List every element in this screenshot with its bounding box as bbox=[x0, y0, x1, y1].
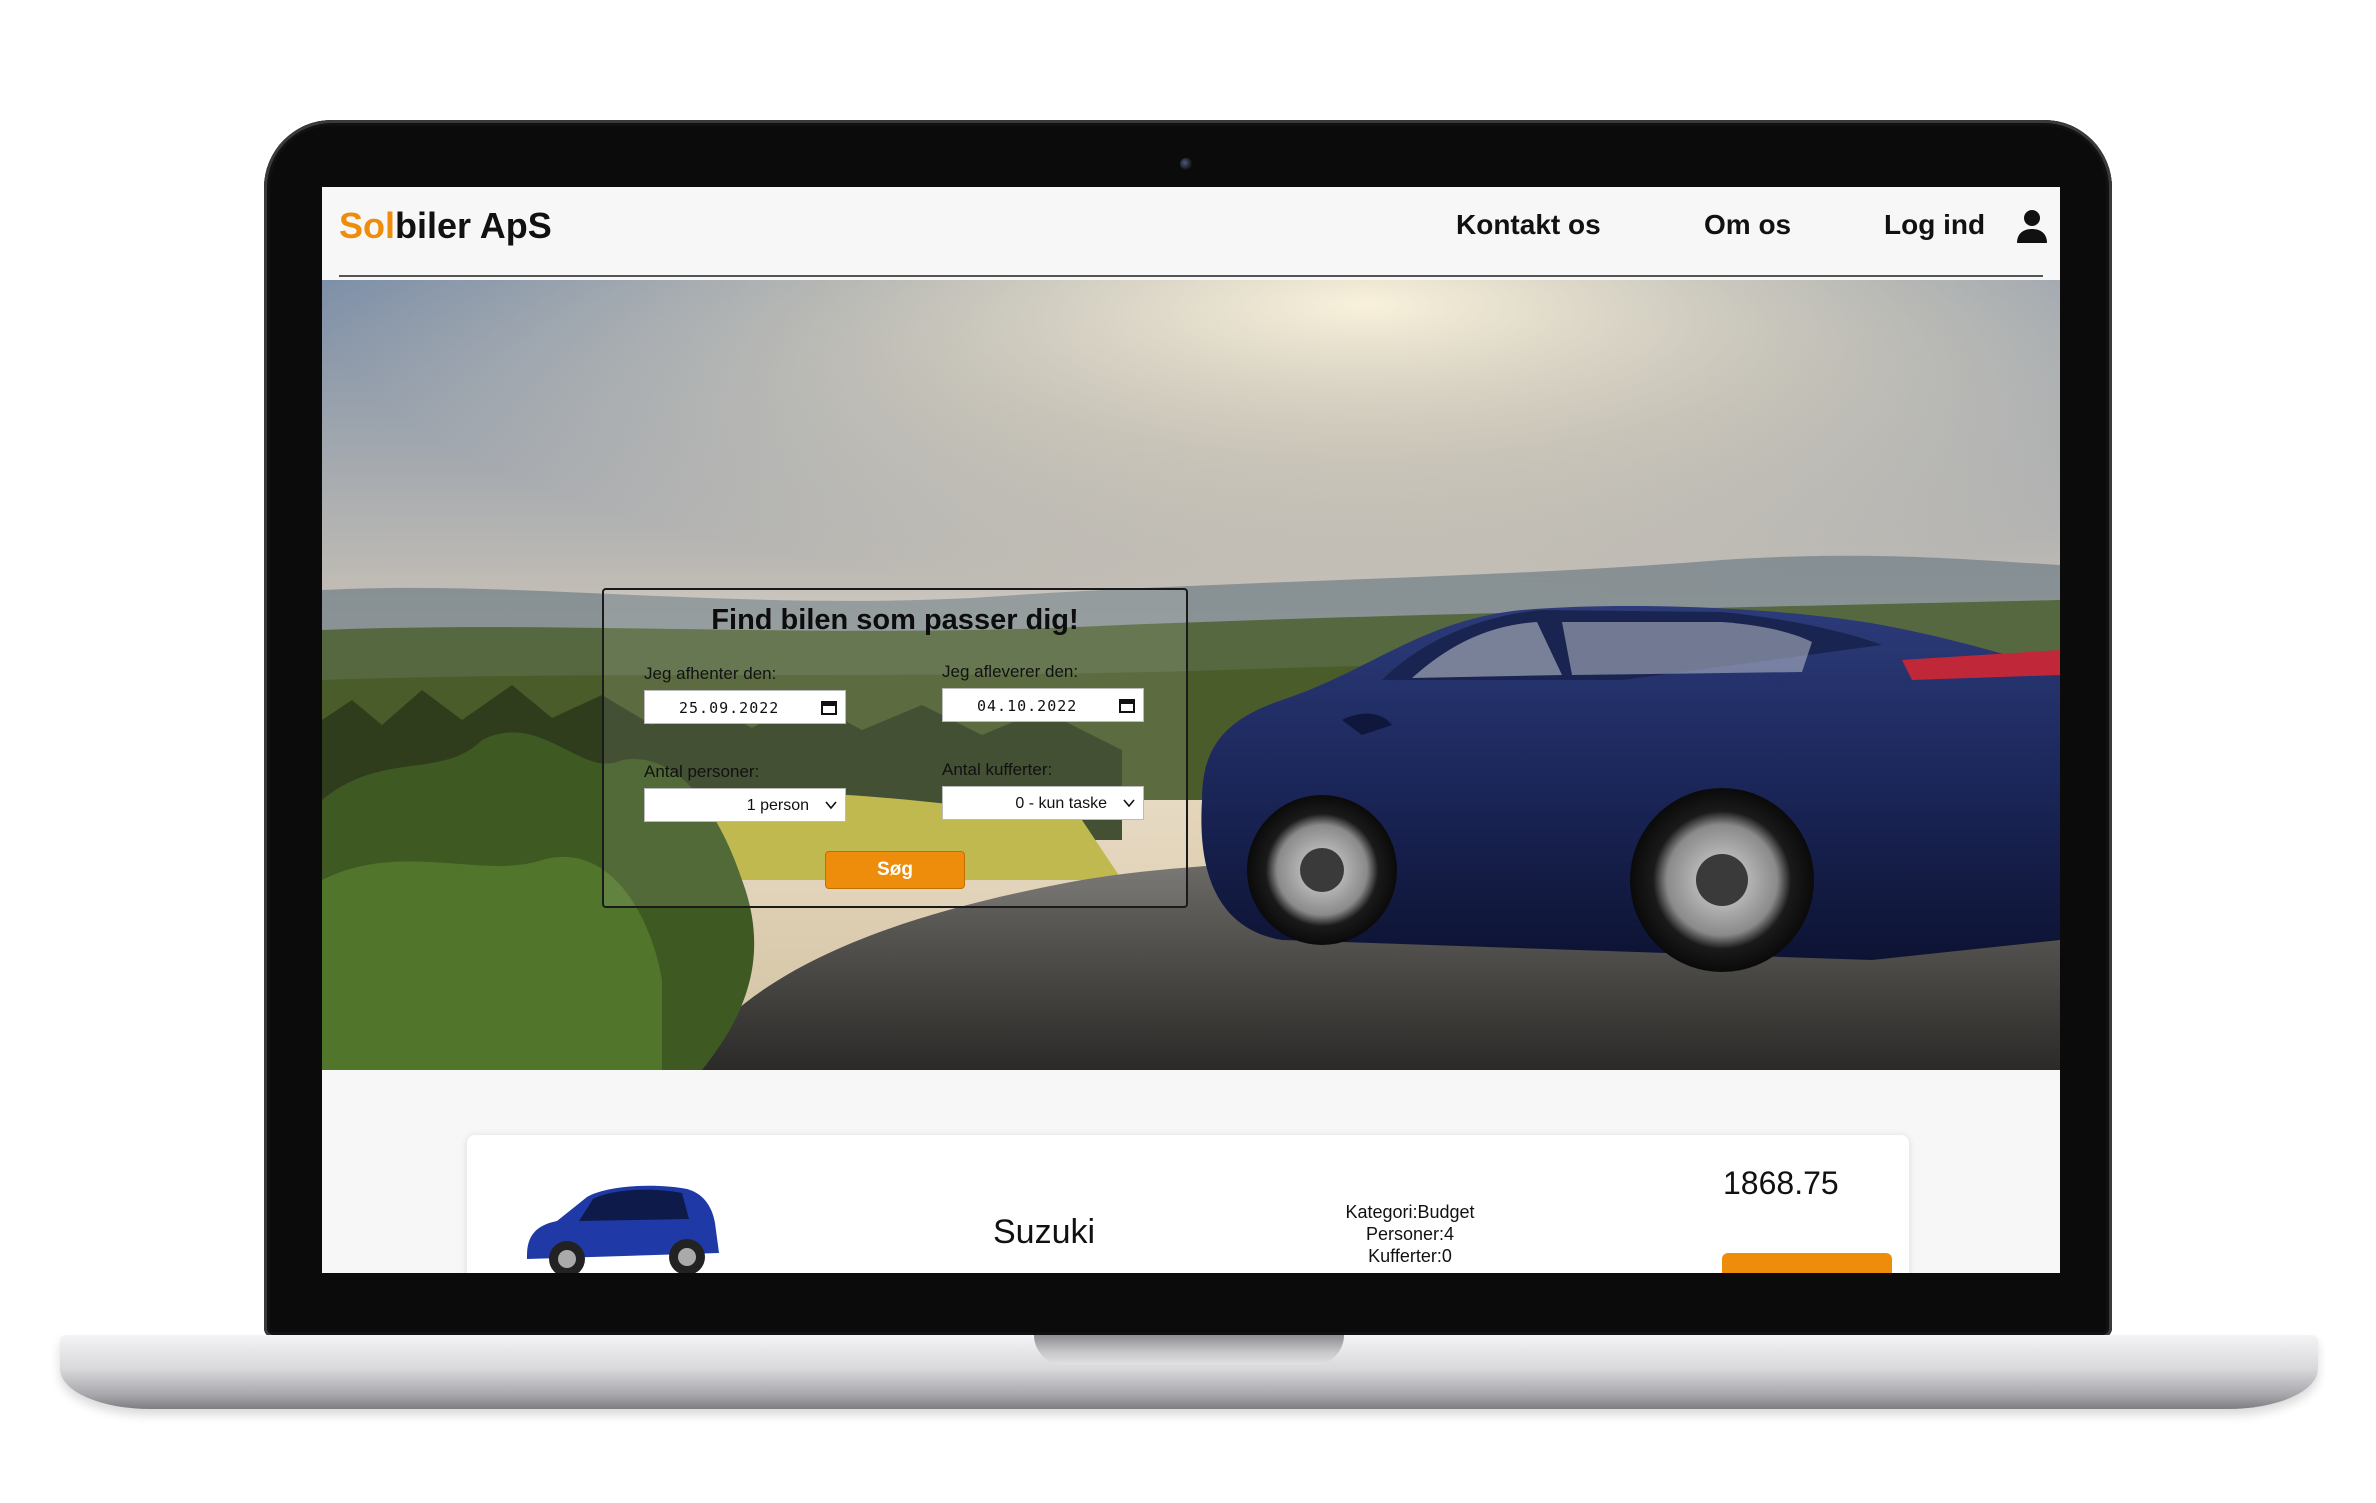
nav-contact-link[interactable]: Kontakt os bbox=[1456, 209, 1601, 241]
return-date-label: Jeg afleverer den: bbox=[942, 662, 1079, 681]
search-button[interactable]: Søg bbox=[825, 851, 965, 889]
car-thumbnail bbox=[527, 1185, 719, 1273]
laptop-notch bbox=[1034, 1335, 1344, 1365]
calendar-icon[interactable] bbox=[1119, 697, 1135, 713]
chevron-down-icon bbox=[825, 801, 837, 810]
persons-select[interactable]: 1 person bbox=[644, 788, 846, 822]
return-date-input[interactable]: 04.10.2022 bbox=[942, 688, 1144, 722]
pickup-date-label: Jeg afhenter den: bbox=[644, 664, 777, 683]
logo-accent: Sol bbox=[339, 205, 396, 246]
nav-about-link[interactable]: Om os bbox=[1704, 209, 1791, 241]
persons-label: Antal personer: bbox=[644, 762, 760, 781]
chevron-down-icon bbox=[1123, 799, 1135, 808]
car-persons: Personer:4 bbox=[1365, 1224, 1455, 1244]
car-suitcases: Kufferter:0 bbox=[1368, 1246, 1452, 1266]
search-form: Find bilen som passer dig! Jeg afhenter … bbox=[602, 588, 1188, 908]
suitcases-value: 0 - kun taske bbox=[1015, 795, 1107, 812]
user-icon[interactable] bbox=[2015, 207, 2049, 245]
hero-background-image bbox=[322, 280, 2060, 1070]
site-header: Solbiler ApS Kontakt os Om os Log ind bbox=[339, 187, 2047, 277]
browser-screen: Solbiler ApS Kontakt os Om os Log ind Fi… bbox=[322, 187, 2060, 1273]
search-title: Find bilen som passer dig! bbox=[711, 604, 1079, 636]
pickup-date-input[interactable]: 25.09.2022 bbox=[644, 690, 846, 724]
logo-text: biler ApS bbox=[395, 205, 552, 246]
return-date-value: 04.10.2022 bbox=[977, 697, 1078, 715]
pickup-date-value: 25.09.2022 bbox=[679, 699, 780, 717]
site-logo[interactable]: Solbiler ApS bbox=[339, 205, 552, 247]
car-category: Kategori:Budget bbox=[1345, 1202, 1475, 1222]
nav-login-link[interactable]: Log ind bbox=[1884, 209, 1985, 241]
car-price: 1868.75 bbox=[1723, 1165, 1839, 1201]
book-button[interactable] bbox=[1722, 1253, 1892, 1273]
webcam-icon bbox=[1180, 158, 1192, 170]
calendar-icon[interactable] bbox=[821, 699, 837, 715]
car-name: Suzuki bbox=[993, 1213, 1096, 1251]
suitcases-label: Antal kufferter: bbox=[942, 760, 1053, 779]
suitcases-select[interactable]: 0 - kun taske bbox=[942, 786, 1144, 820]
persons-value: 1 person bbox=[746, 797, 809, 814]
car-details: Kategori:Budget Personer:4 Kufferter:0 bbox=[1325, 1201, 1495, 1267]
result-card: Suzuki Kategori:Budget Personer:4 Kuffer… bbox=[467, 1135, 1909, 1273]
hero-banner: Find bilen som passer dig! Jeg afhenter … bbox=[322, 280, 2060, 1070]
